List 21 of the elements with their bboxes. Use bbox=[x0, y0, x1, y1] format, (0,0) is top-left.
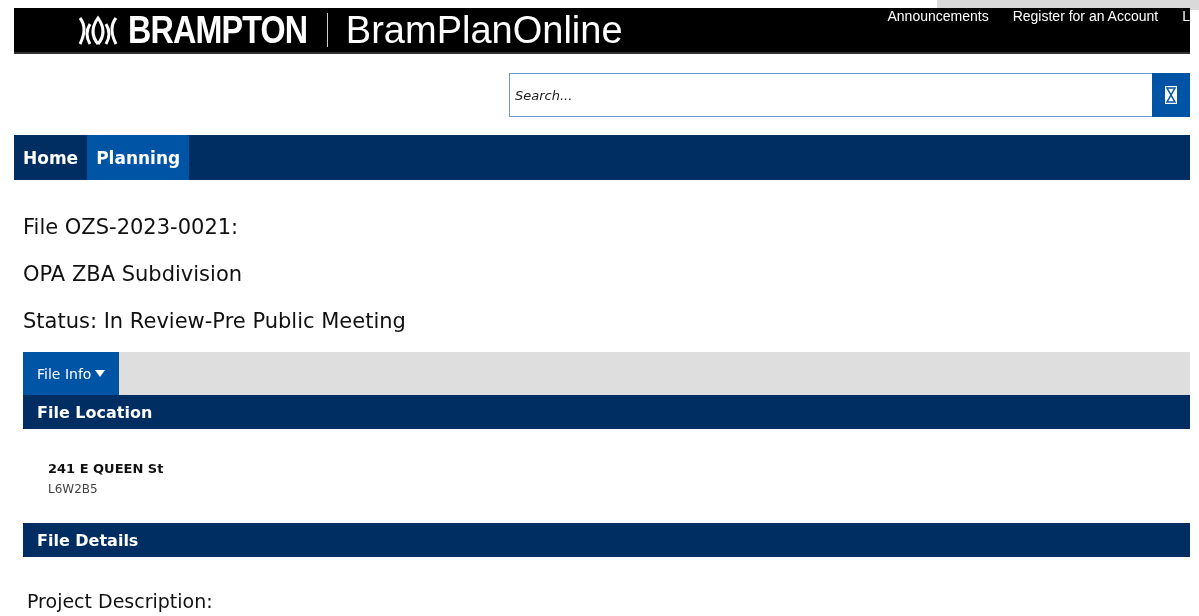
street-address: 241 E QUEEN St bbox=[48, 461, 165, 476]
search-button[interactable] bbox=[1152, 73, 1190, 117]
page-title: Status: In Review-Pre Public Meeting bbox=[23, 307, 407, 335]
flower-logo-icon bbox=[76, 14, 120, 46]
search-field[interactable]: Search... bbox=[509, 73, 1152, 117]
postal-code: L6W2B5 bbox=[48, 482, 99, 496]
page-title: File OZS-2023-0021: bbox=[23, 213, 240, 241]
header-link[interactable]: Register for an Account bbox=[1012, 8, 1159, 24]
nav-item[interactable]: Home bbox=[14, 135, 88, 180]
section-header: File Location bbox=[23, 395, 1190, 429]
nav-item[interactable]: Planning bbox=[87, 135, 190, 180]
hourglass-icon bbox=[1164, 85, 1178, 105]
caret-icon bbox=[95, 370, 106, 377]
app-name: BramPlanOnline bbox=[345, 8, 623, 52]
brand-name: BRAMPTON bbox=[128, 8, 308, 52]
tab[interactable]: File Info bbox=[23, 352, 120, 395]
header-link[interactable]: L bbox=[1182, 8, 1190, 24]
header-link[interactable]: Announcements bbox=[887, 8, 989, 24]
page-title: OPA ZBA Subdivision bbox=[23, 260, 244, 288]
section-header: File Details bbox=[23, 523, 1190, 557]
field-label: Project Description: bbox=[27, 590, 214, 612]
